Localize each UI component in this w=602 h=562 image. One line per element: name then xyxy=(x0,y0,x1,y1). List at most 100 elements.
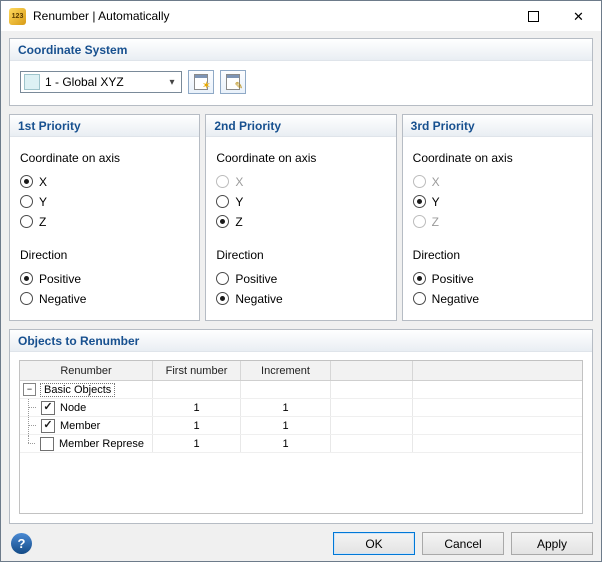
member-checkbox[interactable] xyxy=(41,419,55,433)
radio-icon xyxy=(20,195,33,208)
radio-label: Positive xyxy=(235,272,277,286)
caption-text: 2nd Priority xyxy=(214,119,281,133)
column-header-empty xyxy=(331,361,413,380)
radio-label: Negative xyxy=(235,292,282,306)
priority-panel-1: 1st Priority Coordinate on axis X Y Z Di… xyxy=(9,114,200,321)
direction-label: Direction xyxy=(20,248,189,262)
radio-icon xyxy=(413,272,426,285)
direction-negative-radio[interactable]: Negative xyxy=(216,290,385,307)
direction-positive-radio[interactable]: Positive xyxy=(20,270,189,287)
column-header-first-number[interactable]: First number xyxy=(153,361,241,380)
objects-table: Renumber First number Increment − Basic … xyxy=(19,360,583,514)
edit-coordinate-system-button[interactable]: ✎ xyxy=(220,70,246,94)
radio-label: Negative xyxy=(39,292,86,306)
direction-label: Direction xyxy=(216,248,385,262)
row-label: Member Represe xyxy=(59,438,144,450)
apply-button[interactable]: Apply xyxy=(511,532,593,555)
coordinate-on-axis-label: Coordinate on axis xyxy=(413,151,582,165)
table-header-row: Renumber First number Increment xyxy=(20,361,582,381)
coordinate-system-row: 1 - Global XYZ ▾ ✶ ✎ xyxy=(10,61,592,105)
first-number-cell[interactable]: 1 xyxy=(153,399,241,416)
increment-cell[interactable]: 1 xyxy=(241,399,331,416)
title-bar[interactable]: 123 Renumber | Automatically ✕ xyxy=(1,1,601,31)
radio-icon xyxy=(216,215,229,228)
radio-label: Y xyxy=(235,195,243,209)
row-label: Node xyxy=(60,402,86,414)
axis-x-radio[interactable]: X xyxy=(216,173,385,190)
radio-icon xyxy=(20,272,33,285)
axis-z-radio[interactable]: Z xyxy=(413,213,582,230)
coordinate-system-value: 1 - Global XYZ xyxy=(45,75,163,89)
help-button[interactable]: ? xyxy=(11,533,32,554)
radio-label: Positive xyxy=(39,272,81,286)
column-header-filler xyxy=(413,361,582,380)
axis-x-radio[interactable]: X xyxy=(413,173,582,190)
tree-group-label[interactable]: Basic Objects xyxy=(40,383,115,397)
radio-label: Z xyxy=(39,215,46,229)
direction-negative-radio[interactable]: Negative xyxy=(413,290,582,307)
radio-label: X xyxy=(235,175,243,189)
ok-button[interactable]: OK xyxy=(333,532,415,555)
priority-2-caption: 2nd Priority xyxy=(206,115,395,137)
axis-y-radio[interactable]: Y xyxy=(20,193,189,210)
coordinate-system-group: Coordinate System 1 - Global XYZ ▾ ✶ ✎ xyxy=(9,38,593,106)
axis-y-radio[interactable]: Y xyxy=(413,193,582,210)
star-icon: ✶ xyxy=(202,81,211,92)
radio-icon xyxy=(216,195,229,208)
table-row-member[interactable]: Member 1 1 xyxy=(20,417,582,435)
priority-1-body: Coordinate on axis X Y Z Direction Posit… xyxy=(10,137,199,320)
new-coordinate-system-button[interactable]: ✶ xyxy=(188,70,214,94)
increment-cell[interactable]: 1 xyxy=(241,435,331,452)
table-row-node[interactable]: Node 1 1 xyxy=(20,399,582,417)
radio-icon xyxy=(413,215,426,228)
objects-caption: Objects to Renumber xyxy=(10,330,592,352)
priority-panel-2: 2nd Priority Coordinate on axis X Y Z Di… xyxy=(205,114,396,321)
increment-cell[interactable]: 1 xyxy=(241,417,331,434)
footer: ? OK Cancel Apply xyxy=(9,524,593,557)
table-row-basic-objects[interactable]: − Basic Objects xyxy=(20,381,582,399)
axis-x-radio[interactable]: X xyxy=(20,173,189,190)
tree-connector xyxy=(28,417,39,434)
axis-z-radio[interactable]: Z xyxy=(216,213,385,230)
radio-icon xyxy=(413,292,426,305)
axis-y-radio[interactable]: Y xyxy=(216,193,385,210)
tree-connector xyxy=(28,435,38,452)
close-button[interactable]: ✕ xyxy=(556,1,601,31)
radio-icon xyxy=(216,272,229,285)
direction-label: Direction xyxy=(413,248,582,262)
radio-label: Z xyxy=(235,215,242,229)
table-row-member-representative[interactable]: Member Represe 1 1 xyxy=(20,435,582,453)
radio-label: Negative xyxy=(432,292,479,306)
coordinate-on-axis-label: Coordinate on axis xyxy=(216,151,385,165)
radio-label: Positive xyxy=(432,272,474,286)
direction-positive-radio[interactable]: Positive xyxy=(413,270,582,287)
node-checkbox[interactable] xyxy=(41,401,55,415)
chevron-down-icon: ▾ xyxy=(163,77,181,88)
radio-icon xyxy=(413,175,426,188)
first-number-cell[interactable]: 1 xyxy=(153,435,241,452)
first-number-cell[interactable]: 1 xyxy=(153,417,241,434)
column-header-renumber[interactable]: Renumber xyxy=(20,361,153,380)
radio-icon xyxy=(216,292,229,305)
tree-connector xyxy=(28,399,39,416)
table-empty-area xyxy=(20,453,582,513)
member-representative-checkbox[interactable] xyxy=(40,437,54,451)
radio-icon xyxy=(20,175,33,188)
cancel-button[interactable]: Cancel xyxy=(422,532,504,555)
axis-z-radio[interactable]: Z xyxy=(20,213,189,230)
caption-text: 1st Priority xyxy=(18,119,81,133)
priority-3-body: Coordinate on axis X Y Z Direction Posit… xyxy=(403,137,592,320)
objects-inner: Renumber First number Increment − Basic … xyxy=(10,352,592,523)
priority-panel-3: 3rd Priority Coordinate on axis X Y Z Di… xyxy=(402,114,593,321)
column-header-increment[interactable]: Increment xyxy=(241,361,331,380)
direction-negative-radio[interactable]: Negative xyxy=(20,290,189,307)
collapse-icon[interactable]: − xyxy=(23,383,36,396)
coordinate-system-select[interactable]: 1 - Global XYZ ▾ xyxy=(20,71,182,93)
radio-icon xyxy=(216,175,229,188)
radio-label: X xyxy=(432,175,440,189)
row-label: Member xyxy=(60,420,100,432)
radio-label: Y xyxy=(432,195,440,209)
maximize-button[interactable] xyxy=(511,1,556,31)
maximize-icon xyxy=(528,11,539,22)
direction-positive-radio[interactable]: Positive xyxy=(216,270,385,287)
